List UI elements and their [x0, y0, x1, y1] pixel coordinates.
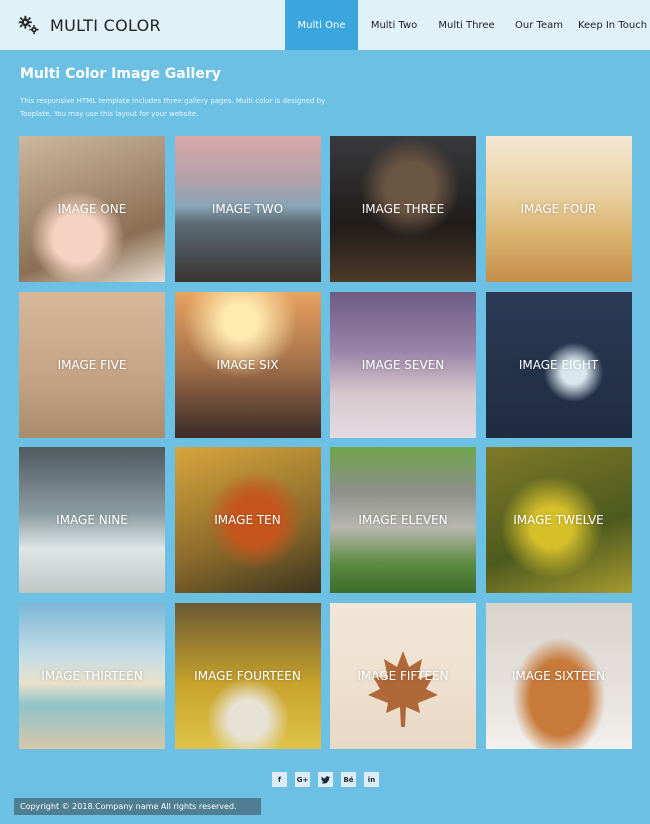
copyright-bar: Copyright © 2018.Company name All rights… [14, 798, 261, 815]
image-gallery: IMAGE ONE IMAGE TWO IMAGE THREE IMAGE FO… [19, 136, 632, 749]
copyright-text: Copyright © 2018.Company name All rights… [20, 802, 237, 811]
gallery-item-label: IMAGE TWO [211, 202, 284, 216]
nav-item-multi-one[interactable]: Multi One [285, 0, 358, 50]
gallery-item[interactable]: IMAGE ELEVEN [330, 447, 476, 593]
page-description: This responsive HTML template includes t… [20, 97, 326, 118]
top-header: MULTI COLOR Multi One Multi Two Multi Th… [0, 0, 650, 50]
gallery-item-label: IMAGE FOUR [520, 202, 597, 216]
gallery-item-label: IMAGE NINE [56, 513, 128, 527]
gallery-item[interactable]: IMAGE FIVE [19, 291, 165, 438]
gallery-item[interactable]: IMAGE FIFTEEN [330, 602, 476, 749]
gallery-item-label: IMAGE FIFTEEN [357, 668, 449, 683]
nav-item-multi-two[interactable]: Multi Two [358, 0, 430, 50]
gallery-item[interactable]: IMAGE NINE [19, 447, 165, 593]
gallery-item[interactable]: IMAGE THIRTEEN [19, 602, 165, 749]
google-plus-icon[interactable]: G+ [295, 772, 310, 787]
facebook-icon[interactable]: f [272, 772, 287, 787]
gallery-item[interactable]: IMAGE TWO [174, 136, 321, 282]
gallery-item[interactable]: IMAGE SIX [174, 291, 321, 438]
brand-name: MULTI COLOR [50, 15, 161, 35]
linkedin-icon[interactable]: in [364, 772, 379, 787]
gallery-item-label: IMAGE SIX [216, 357, 279, 372]
gallery-item[interactable]: IMAGE EIGHT [485, 291, 632, 438]
gallery-item-label: IMAGE FOURTEEN [194, 668, 301, 683]
gallery-item-label: IMAGE FIVE [57, 357, 127, 372]
main-nav: Multi One Multi Two Multi Three Our Team… [285, 0, 650, 50]
gallery-item-label: IMAGE THIRTEEN [41, 668, 143, 683]
gallery-item[interactable]: IMAGE TEN [174, 447, 321, 593]
gallery-item[interactable]: IMAGE THREE [330, 136, 476, 282]
gallery-item-label: IMAGE EIGHT [518, 357, 599, 372]
page-title: Multi Color Image Gallery [20, 66, 221, 82]
gallery-item[interactable]: IMAGE ONE [19, 136, 165, 282]
gallery-item[interactable]: IMAGE FOURTEEN [174, 602, 321, 749]
gears-icon [18, 15, 39, 35]
gallery-item-label: IMAGE SEVEN [361, 357, 445, 372]
brand[interactable]: MULTI COLOR [18, 0, 161, 50]
gallery-item[interactable]: IMAGE TWELVE [485, 447, 632, 593]
gallery-item[interactable]: IMAGE SEVEN [330, 291, 476, 438]
twitter-bird-glyph [321, 775, 330, 784]
gallery-item-label: IMAGE ONE [57, 202, 127, 216]
gallery-item-label: IMAGE TEN [214, 513, 281, 527]
twitter-icon[interactable] [318, 772, 333, 787]
gallery-item-label: IMAGE SIXTEEN [511, 668, 606, 683]
gallery-item-label: IMAGE THREE [361, 202, 445, 216]
gallery-item-label: IMAGE TWELVE [513, 513, 604, 527]
behance-icon[interactable]: Bé [341, 772, 356, 787]
gallery-item-label: IMAGE ELEVEN [358, 513, 448, 527]
social-links: f G+ Bé in [272, 772, 379, 787]
nav-item-keep-in-touch[interactable]: Keep In Touch [575, 0, 650, 50]
gallery-item[interactable]: IMAGE SIXTEEN [485, 602, 632, 749]
nav-item-multi-three[interactable]: Multi Three [430, 0, 503, 50]
gallery-item[interactable]: IMAGE FOUR [485, 136, 632, 282]
nav-item-our-team[interactable]: Our Team [503, 0, 575, 50]
